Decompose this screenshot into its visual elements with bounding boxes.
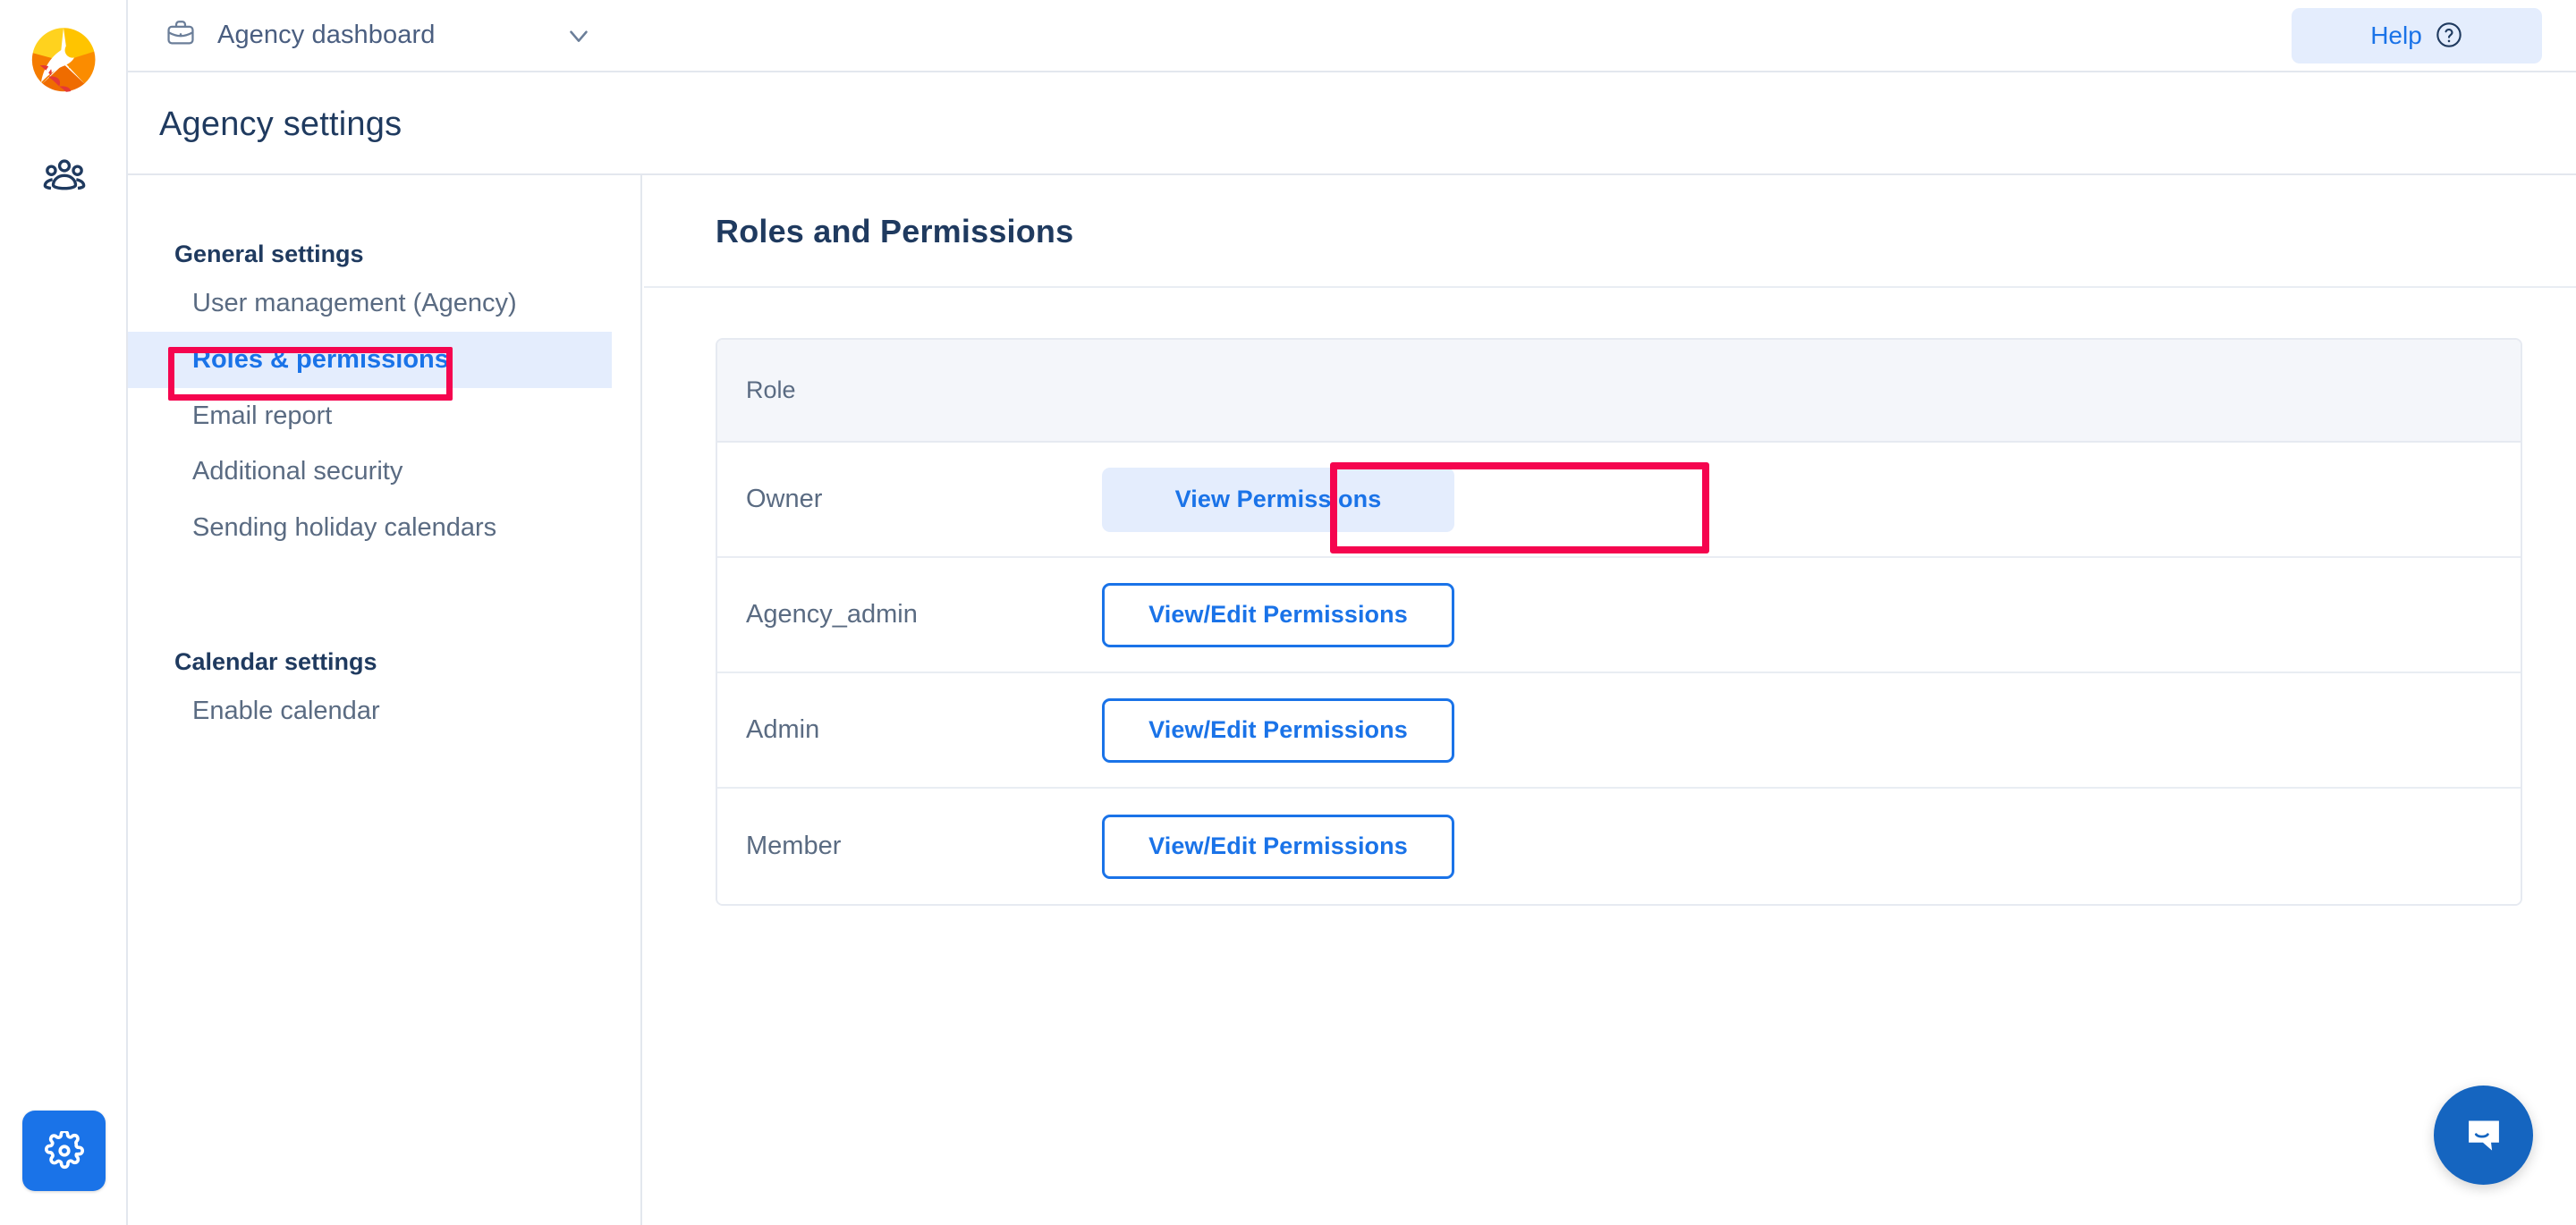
view-edit-permissions-button[interactable]: View/Edit Permissions bbox=[1102, 582, 1454, 647]
sidebar-item-additional-security[interactable]: Additional security bbox=[128, 444, 640, 500]
sidebar-item-user-management[interactable]: User management (Agency) bbox=[128, 275, 640, 332]
table-row: Member View/Edit Permissions bbox=[717, 789, 2521, 904]
chevron-down-icon[interactable] bbox=[564, 21, 594, 51]
cell-role-name: Owner bbox=[746, 485, 823, 513]
page-title: Agency settings bbox=[159, 106, 402, 143]
cell-action: View Permissions bbox=[1102, 467, 2521, 532]
table-header-row: Role bbox=[717, 340, 2521, 443]
top-bar: Agency dashboard Help bbox=[128, 0, 2576, 72]
view-edit-permissions-button[interactable]: View/Edit Permissions bbox=[1102, 814, 1454, 879]
view-permissions-button[interactable]: View Permissions bbox=[1102, 467, 1454, 532]
nav-group-title-general: General settings bbox=[174, 241, 364, 267]
briefcase-icon bbox=[165, 18, 196, 53]
table-row: Agency_admin View/Edit Permissions bbox=[717, 558, 2521, 673]
workspace-name: Agency dashboard bbox=[217, 21, 436, 49]
nav-group-title-calendar: Calendar settings bbox=[174, 648, 377, 675]
help-button[interactable]: Help bbox=[2292, 8, 2542, 63]
workspace-switcher[interactable]: Agency dashboard bbox=[157, 11, 603, 60]
nav-group-calendar: Calendar settings Enable calendar bbox=[128, 648, 640, 739]
sidebar-item-sending-holiday-calendars[interactable]: Sending holiday calendars bbox=[128, 500, 640, 556]
chat-launcher-button[interactable] bbox=[2434, 1086, 2533, 1185]
chat-bubble-icon bbox=[2468, 1120, 2499, 1151]
cell-action: View/Edit Permissions bbox=[1102, 697, 2521, 763]
column-header-role: Role bbox=[746, 376, 796, 403]
sidebar-item-email-report[interactable]: Email report bbox=[128, 388, 640, 444]
settings-button[interactable] bbox=[22, 1111, 106, 1191]
sidebar-item-users[interactable] bbox=[39, 152, 89, 202]
sidebar-item-roles-permissions[interactable]: Roles & permissions bbox=[128, 331, 612, 388]
table-row: Admin View/Edit Permissions bbox=[717, 673, 2521, 789]
app-logo[interactable] bbox=[29, 25, 98, 95]
section-header: Roles and Permissions bbox=[644, 175, 2576, 288]
cell-action: View/Edit Permissions bbox=[1102, 582, 2521, 647]
sidebar-item-enable-calendar[interactable]: Enable calendar bbox=[128, 683, 640, 739]
section-title: Roles and Permissions bbox=[716, 213, 1074, 249]
nav-group-general: General settings User management (Agency… bbox=[128, 241, 640, 556]
left-rail bbox=[0, 0, 128, 1225]
table-row: Owner View Permissions bbox=[717, 443, 2521, 558]
cell-role-name: Agency_admin bbox=[746, 600, 918, 629]
gear-icon bbox=[44, 1131, 84, 1170]
cell-action: View/Edit Permissions bbox=[1102, 814, 2521, 879]
main-panel: Roles and Permissions Role Owner View Pe… bbox=[644, 175, 2576, 1225]
cell-role-name: Admin bbox=[746, 715, 820, 744]
view-edit-permissions-button[interactable]: View/Edit Permissions bbox=[1102, 697, 1454, 763]
roles-table: Role Owner View Permissions Agency_admin… bbox=[716, 338, 2522, 906]
help-label: Help bbox=[2370, 21, 2422, 49]
question-circle-icon bbox=[2435, 21, 2463, 52]
settings-nav: General settings User management (Agency… bbox=[128, 175, 642, 1225]
cell-role-name: Member bbox=[746, 832, 842, 860]
